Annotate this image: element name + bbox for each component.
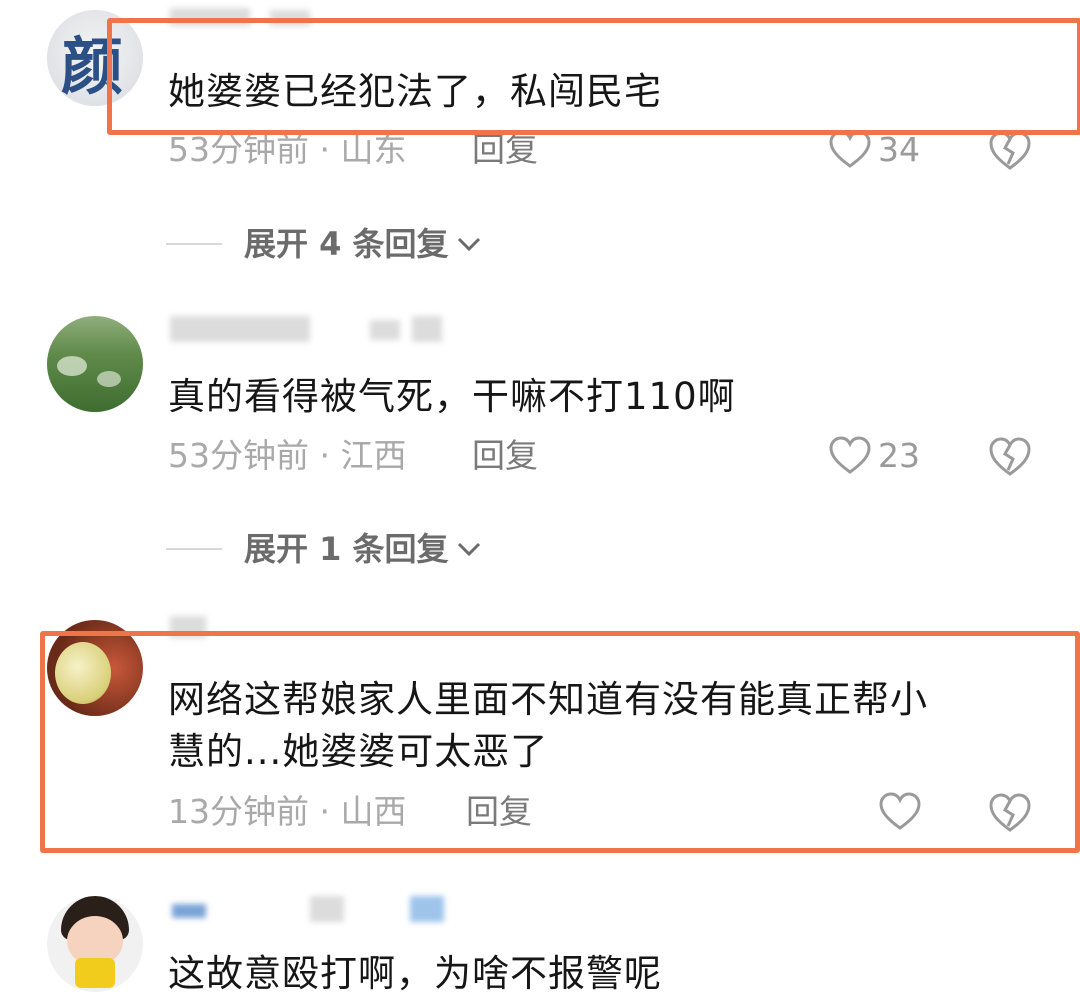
- like-button[interactable]: 34: [828, 130, 920, 170]
- username-redacted: [412, 316, 442, 342]
- dislike-icon[interactable]: [988, 130, 1032, 172]
- heart-icon: [829, 436, 871, 474]
- meta-separator: ·: [319, 436, 331, 475]
- expand-line: [166, 243, 222, 245]
- reply-button[interactable]: 回复: [472, 130, 538, 170]
- meta-separator: ·: [319, 130, 331, 169]
- dislike-icon[interactable]: [988, 436, 1032, 478]
- comment-time: 53分钟前: [168, 436, 309, 475]
- comment-text: 真的看得被气死，干嘛不打110啊: [168, 375, 736, 418]
- expand-replies[interactable]: 展开 4 条回复: [166, 224, 483, 264]
- comment-time: 53分钟前: [168, 130, 309, 169]
- username-redacted: [172, 904, 206, 918]
- username-redacted: [310, 896, 344, 922]
- username-redacted: [170, 316, 310, 342]
- like-count: 23: [878, 436, 920, 475]
- chevron-down-icon: [457, 542, 480, 557]
- expand-line: [166, 548, 222, 550]
- expand-replies[interactable]: 展开 1 条回复: [166, 529, 483, 569]
- expand-label: 展开 4 条回复: [244, 225, 449, 263]
- comment-text: 这故意殴打啊，为啥不报警呢: [168, 952, 662, 995]
- expand-label: 展开 1 条回复: [244, 530, 449, 568]
- comment-meta: 53分钟前 · 江西: [168, 436, 407, 476]
- heart-icon: [829, 130, 871, 168]
- avatar[interactable]: [47, 896, 143, 992]
- chevron-down-icon: [457, 237, 480, 252]
- username-redacted: [410, 896, 444, 922]
- like-button[interactable]: 23: [828, 436, 920, 476]
- username-redacted: [370, 320, 400, 340]
- highlight-box: [107, 18, 1080, 135]
- highlight-box: [40, 631, 1080, 853]
- reply-button[interactable]: 回复: [472, 436, 538, 476]
- comment-location: 山东: [340, 130, 407, 169]
- like-count: 34: [878, 130, 920, 169]
- comment-location: 江西: [340, 436, 407, 475]
- comment-meta: 53分钟前 · 山东: [168, 130, 407, 170]
- avatar[interactable]: [47, 316, 143, 412]
